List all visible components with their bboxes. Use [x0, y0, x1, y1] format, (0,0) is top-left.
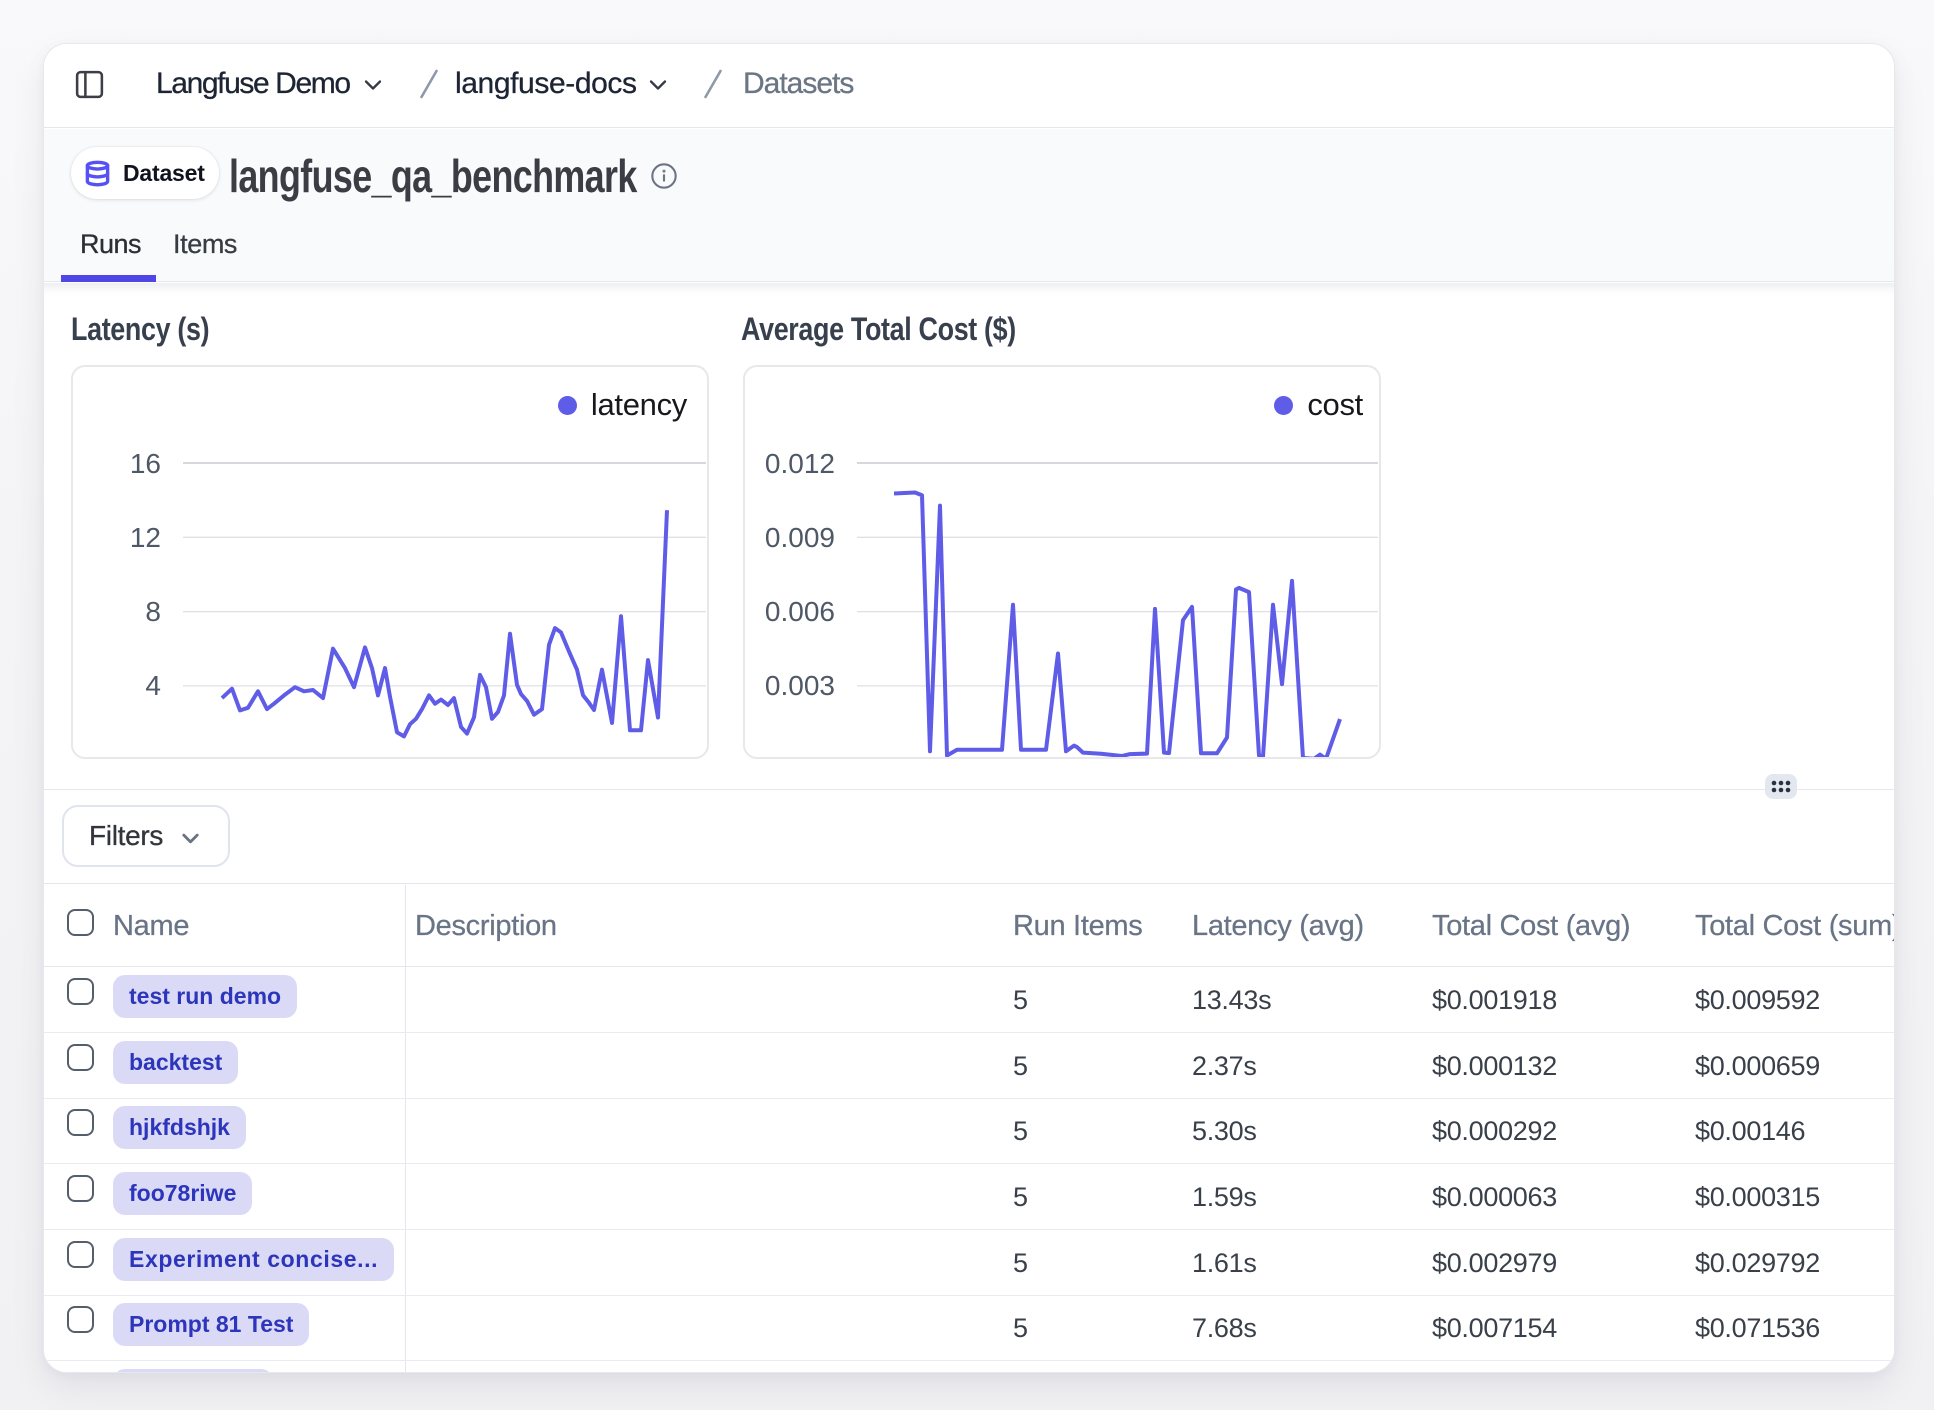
svg-text:16: 16 [130, 448, 161, 479]
svg-text:12: 12 [130, 522, 161, 553]
svg-text:0.012: 0.012 [765, 448, 835, 479]
svg-text:4: 4 [145, 670, 161, 701]
svg-text:0.006: 0.006 [765, 596, 835, 627]
svg-text:0.009: 0.009 [765, 522, 835, 553]
svg-text:8: 8 [145, 596, 161, 627]
svg-text:0.003: 0.003 [765, 670, 835, 701]
